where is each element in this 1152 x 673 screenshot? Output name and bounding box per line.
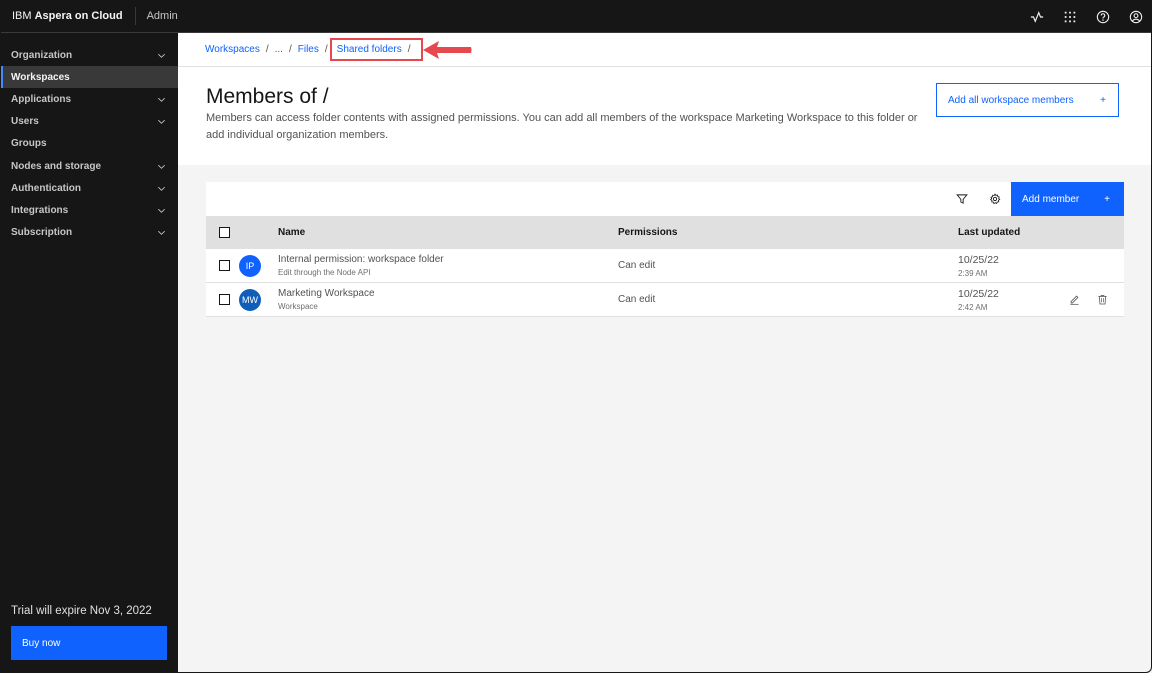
sidebar: Organization Workspaces Applications Use…: [0, 33, 178, 673]
help-icon: [1096, 10, 1109, 23]
column-header-name[interactable]: Name: [278, 227, 305, 238]
buy-now-button[interactable]: Buy now: [11, 626, 167, 660]
breadcrumb-separator: /: [407, 44, 411, 55]
button-label: Add member: [1022, 193, 1080, 205]
filter-button[interactable]: [945, 182, 978, 216]
chevron-down-icon: [158, 186, 165, 191]
plus-icon: +: [1104, 193, 1110, 205]
help-button[interactable]: [1086, 0, 1119, 33]
section-label: Admin: [146, 10, 178, 22]
sidebar-item-label: Users: [11, 116, 39, 128]
member-subtitle: Workspace: [278, 302, 318, 311]
sidebar-item-nodes-and-storage[interactable]: Nodes and storage: [0, 155, 178, 177]
user-profile-icon: [1129, 10, 1142, 23]
table-toolbar: Add member +: [206, 182, 1124, 216]
breadcrumb-files[interactable]: Files: [298, 44, 319, 55]
breadcrumb-separator: /: [265, 44, 269, 55]
breadcrumb-separator: /: [324, 44, 328, 55]
sidebar-item-label: Groups: [11, 138, 47, 150]
brand-name: Aspera on Cloud: [34, 10, 123, 22]
breadcrumb-shared-folders[interactable]: Shared folders: [337, 44, 402, 55]
app-switcher-button[interactable]: [1053, 0, 1086, 33]
sidebar-item-applications[interactable]: Applications: [0, 88, 178, 110]
column-header-last-updated[interactable]: Last updated: [958, 227, 1020, 238]
table-row[interactable]: MW Marketing Workspace Workspace Can edi…: [206, 283, 1124, 317]
user-profile-button[interactable]: [1119, 0, 1152, 33]
brand-logo[interactable]: IBM Aspera on Cloud: [0, 0, 135, 33]
sidebar-item-subscription[interactable]: Subscription: [0, 222, 178, 244]
breadcrumb-overflow[interactable]: ...: [275, 44, 283, 55]
page-description: Members can access folder contents with …: [206, 112, 918, 141]
trash-icon: [1097, 294, 1107, 305]
column-header-permissions[interactable]: Permissions: [618, 227, 677, 238]
member-permission: Can edit: [618, 260, 656, 271]
trial-expiry-text: Trial will expire Nov 3, 2022: [11, 605, 152, 617]
breadcrumb: Workspaces / ... / Files / Shared folder…: [178, 33, 1152, 67]
last-updated-date: 10/25/22: [958, 287, 999, 300]
last-updated-time: 2:39 AM: [958, 268, 988, 278]
button-label: Add all workspace members: [948, 94, 1074, 106]
edit-icon: [1069, 295, 1079, 305]
add-all-workspace-members-button[interactable]: Add all workspace members +: [936, 83, 1119, 117]
avatar: IP: [239, 254, 261, 277]
member-subtitle: Edit through the Node API: [278, 268, 371, 277]
member-name: Internal permission: workspace folder: [278, 254, 444, 265]
row-checkbox[interactable]: [219, 294, 230, 305]
sidebar-item-integrations[interactable]: Integrations: [0, 199, 178, 221]
brand-prefix: IBM: [12, 10, 32, 22]
last-updated-date: 10/25/22: [958, 253, 999, 266]
select-all-checkbox[interactable]: [219, 227, 230, 238]
delete-button[interactable]: [1094, 292, 1110, 308]
chevron-down-icon: [158, 230, 165, 236]
activity-icon: [1030, 10, 1043, 23]
sidebar-item-workspaces[interactable]: Workspaces: [0, 66, 178, 89]
settings-button[interactable]: [978, 182, 1011, 216]
filter-icon: [955, 194, 968, 204]
page-header: Members of / Members can access folder c…: [178, 67, 1152, 165]
chevron-down-icon: [158, 208, 165, 213]
chevron-down-icon: [158, 97, 165, 102]
settings-icon: [989, 193, 1000, 205]
row-checkbox[interactable]: [219, 260, 230, 271]
page-title: Members of /: [206, 85, 329, 108]
sidebar-item-label: Subscription: [11, 227, 73, 239]
chevron-down-icon: [158, 164, 165, 169]
plus-icon: +: [1100, 94, 1106, 106]
breadcrumb-separator: /: [288, 44, 292, 55]
sidebar-item-authentication[interactable]: Authentication: [0, 177, 178, 199]
sidebar-item-label: Nodes and storage: [11, 160, 102, 172]
breadcrumb-workspaces[interactable]: Workspaces: [205, 44, 260, 55]
sidebar-item-label: Authentication: [11, 182, 81, 194]
top-header: IBM Aspera on Cloud Admin: [0, 0, 1152, 33]
last-updated-time: 2:42 AM: [958, 302, 988, 312]
sidebar-item-groups[interactable]: Groups: [0, 133, 178, 155]
breadcrumb-highlight-box: Shared folders /: [329, 38, 424, 61]
sidebar-item-users[interactable]: Users: [0, 111, 178, 133]
sidebar-item-label: Organization: [11, 49, 73, 61]
table-row[interactable]: IP Internal permission: workspace folder…: [206, 249, 1124, 283]
app-switcher-icon: [1064, 11, 1075, 22]
add-member-button[interactable]: Add member +: [1011, 182, 1124, 216]
member-name: Marketing Workspace: [278, 288, 375, 299]
sidebar-item-label: Applications: [11, 93, 72, 105]
edit-button[interactable]: [1066, 292, 1082, 308]
chevron-down-icon: [158, 119, 165, 125]
annotation-arrow-icon: [423, 41, 472, 59]
avatar: MW: [239, 288, 261, 311]
sidebar-item-label: Integrations: [11, 204, 69, 216]
chevron-down-icon: [158, 53, 165, 58]
members-table: Add member + Name Permissions Last updat…: [206, 182, 1124, 317]
table-header: Name Permissions Last updated: [206, 216, 1124, 249]
activity-button[interactable]: [1020, 0, 1053, 33]
sidebar-item-label: Workspaces: [11, 71, 70, 83]
sidebar-nav: Organization Workspaces Applications Use…: [0, 44, 178, 244]
member-permission: Can edit: [618, 294, 656, 305]
sidebar-item-organization[interactable]: Organization: [0, 44, 178, 66]
